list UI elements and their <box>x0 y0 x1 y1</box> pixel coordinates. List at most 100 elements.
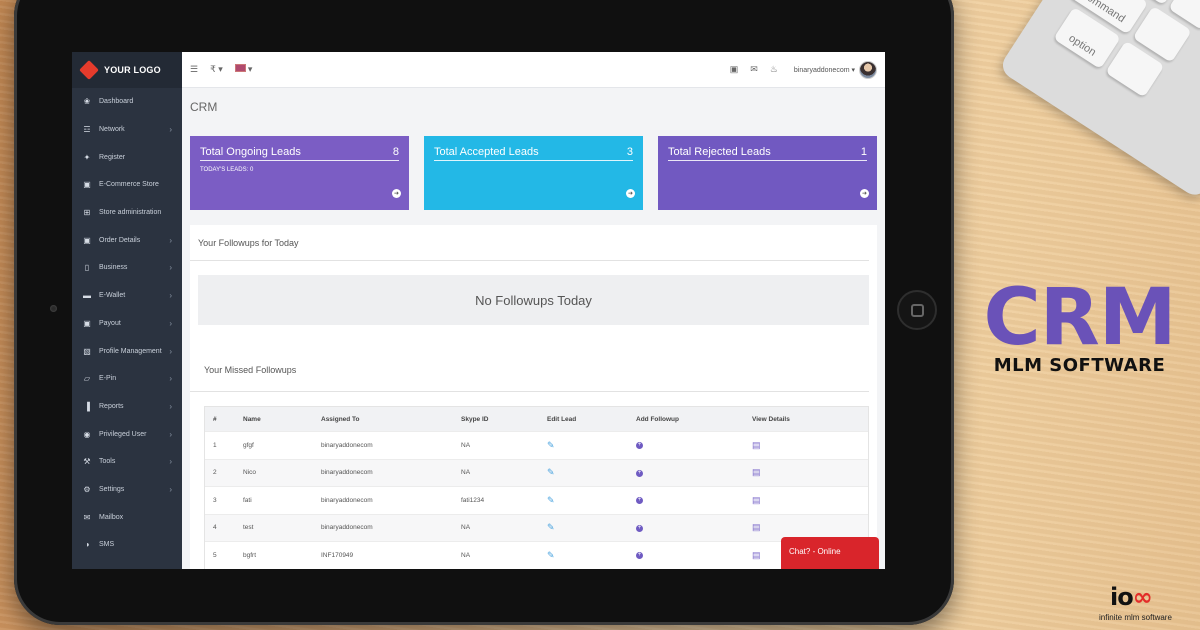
column-header: Add Followup <box>636 415 679 423</box>
sidebar-item-label: Register <box>99 153 126 161</box>
sidebar-item-business[interactable]: ▯ Business › <box>72 254 182 282</box>
card-title: Total Ongoing Leads <box>200 146 301 158</box>
language-caret: ▾ <box>247 64 253 74</box>
add-followup-cell: + <box>636 441 752 450</box>
edit-icon[interactable]: ✎ <box>547 467 555 477</box>
add-circle-icon[interactable]: + <box>636 497 643 505</box>
edit-icon[interactable]: ✎ <box>547 550 555 560</box>
followups-heading: Your Followups for Today <box>190 225 869 261</box>
top-navbar: ☰ ₹ ▾ ▾ ▣ ✉ ♨ binaryaddonecom ▾ <box>182 52 885 88</box>
view-details-icon[interactable]: ▤ <box>752 440 761 450</box>
document-icon: ▯ <box>84 263 90 273</box>
add-followup-cell: + <box>636 551 752 560</box>
table-row: 1 gfgf binaryaddonecom NA ✎ + ▤ <box>205 432 868 460</box>
view-details-icon[interactable]: ▤ <box>752 495 761 505</box>
arrow-right-icon[interactable]: ➜ <box>392 189 401 198</box>
avatar[interactable] <box>859 60 877 79</box>
card-title-row: Total Ongoing Leads 8 <box>200 146 399 161</box>
sidebar-item-privileged-user[interactable]: ◉ Privileged User › <box>72 420 182 448</box>
crm-headline: CRM <box>983 273 1177 363</box>
company-tagline: infinite mlm software <box>1099 613 1172 622</box>
view-details-icon[interactable]: ▤ <box>752 467 761 477</box>
edit-icon[interactable]: ✎ <box>547 495 555 505</box>
cell-name: fati <box>243 496 252 504</box>
cell-name: bgfrt <box>243 551 257 559</box>
bell-icon[interactable]: ♨ <box>770 64 778 75</box>
cell-skype: NA <box>461 469 471 477</box>
sidebar-item-sms[interactable]: ◑ SMS <box>72 531 182 559</box>
wrench-icon: ⚒ <box>83 457 91 467</box>
sidebar-item-network[interactable]: ☲ Network › <box>72 116 182 144</box>
sidebar-item-settings[interactable]: ⚙ Settings › <box>72 476 182 504</box>
company-logo: io∞ <box>1110 583 1153 611</box>
cell-skype: NA <box>461 524 471 532</box>
followups-panel: Your Followups for Today No Followups To… <box>190 225 877 569</box>
view-details-icon[interactable]: ▤ <box>752 522 761 532</box>
view-details-cell: ▤ <box>752 467 832 478</box>
sidebar-item-tools[interactable]: ⚒ Tools › <box>72 448 182 476</box>
mlm-software-subline: MLM SOFTWARE <box>993 355 1166 376</box>
tablet-home-button <box>897 290 937 330</box>
language-dropdown[interactable]: ▾ <box>234 64 253 75</box>
sidebar-item-dashboard[interactable]: ❀ Dashboard <box>72 88 182 116</box>
table-row: 2 Nico binaryaddonecom NA ✎ + ▤ <box>205 459 868 487</box>
chevron-right-icon: › <box>169 291 172 301</box>
sidebar-item-profile-management[interactable]: ▧ Profile Management › <box>72 337 182 365</box>
view-details-cell: ▤ <box>752 495 832 506</box>
sidebar-item-mailbox[interactable]: ✉ Mailbox <box>72 503 182 531</box>
sidebar-item-label: Settings <box>99 485 125 493</box>
mail-icon[interactable]: ✉ <box>750 64 758 75</box>
option-key-label: option <box>1066 32 1099 59</box>
sidebar-item-label: Dashboard <box>99 98 134 106</box>
add-circle-icon[interactable]: + <box>636 442 643 450</box>
menu-toggle-icon[interactable]: ☰ <box>190 64 198 75</box>
cell-assigned: binaryaddonecom <box>321 496 373 504</box>
cell-name: Nico <box>243 469 257 477</box>
arrow-right-icon[interactable]: ➜ <box>626 189 635 198</box>
todays-leads-label: TODAY'S LEADS: 0 <box>200 167 254 173</box>
rejected-leads-card[interactable]: Total Rejected Leads 1 ➜ <box>658 136 877 210</box>
edit-icon[interactable]: ✎ <box>547 440 555 450</box>
sidebar-item-e-wallet[interactable]: ▬ E-Wallet › <box>72 282 182 310</box>
arrow-right-icon[interactable]: ➜ <box>860 189 869 198</box>
cell-assigned: INF170949 <box>321 551 354 559</box>
accepted-leads-card[interactable]: Total Accepted Leads 3 ➜ <box>424 136 643 210</box>
currency-dropdown[interactable]: ₹ ▾ <box>210 64 223 75</box>
brand-logo[interactable]: YOUR LOGO <box>72 52 182 88</box>
chat-button[interactable]: Chat? - Online <box>781 537 879 569</box>
edit-lead-cell: ✎ <box>547 550 636 561</box>
sidebar-item-register[interactable]: ✦ Register <box>72 143 182 171</box>
palette-icon: ❀ <box>83 97 91 107</box>
logo-text: YOUR LOGO <box>104 65 161 75</box>
sidebar-item-order-details[interactable]: ▣ Order Details › <box>72 226 182 254</box>
sidebar-item-store-administration[interactable]: ⊞ Store administration <box>72 199 182 227</box>
cart-icon[interactable]: ▣ <box>730 64 739 75</box>
edit-icon[interactable]: ✎ <box>547 522 555 532</box>
profile-icon: ▧ <box>83 346 91 356</box>
cell-skype: NA <box>461 441 471 449</box>
sidebar-item-reports[interactable]: ▐ Reports › <box>72 393 182 421</box>
view-details-icon[interactable]: ▤ <box>752 550 761 560</box>
sidebar-item-e-pin[interactable]: ▱ E-Pin › <box>72 365 182 393</box>
sidebar-item-label: E-Commerce Store <box>99 181 159 189</box>
view-details-cell: ▤ <box>752 522 832 533</box>
edit-lead-cell: ✎ <box>547 522 636 533</box>
mail-icon: ✉ <box>83 512 91 522</box>
chat-icon: ◑ <box>84 540 90 550</box>
sidebar-item-e-commerce-store[interactable]: ▣ E-Commerce Store <box>72 171 182 199</box>
add-followup-cell: + <box>636 469 752 477</box>
ongoing-leads-card[interactable]: Total Ongoing Leads 8 TODAY'S LEADS: 0 ➜ <box>190 136 409 210</box>
cell-name: test <box>243 524 254 532</box>
add-circle-icon[interactable]: + <box>636 469 643 477</box>
add-circle-icon[interactable]: + <box>636 552 643 560</box>
chevron-right-icon: › <box>169 401 172 411</box>
user-menu[interactable]: binaryaddonecom ▾ <box>794 66 855 74</box>
page-title: CRM <box>190 100 218 114</box>
chevron-right-icon: › <box>169 484 172 494</box>
sidebar-item-payout[interactable]: ▣ Payout › <box>72 310 182 338</box>
sidebar-item-label: Mailbox <box>99 513 124 521</box>
sidebar-item-label: E-Wallet <box>99 292 126 300</box>
cell-n: 5 <box>213 551 217 559</box>
missed-followups-heading: Your Missed Followups <box>190 325 869 392</box>
add-circle-icon[interactable]: + <box>636 524 643 532</box>
